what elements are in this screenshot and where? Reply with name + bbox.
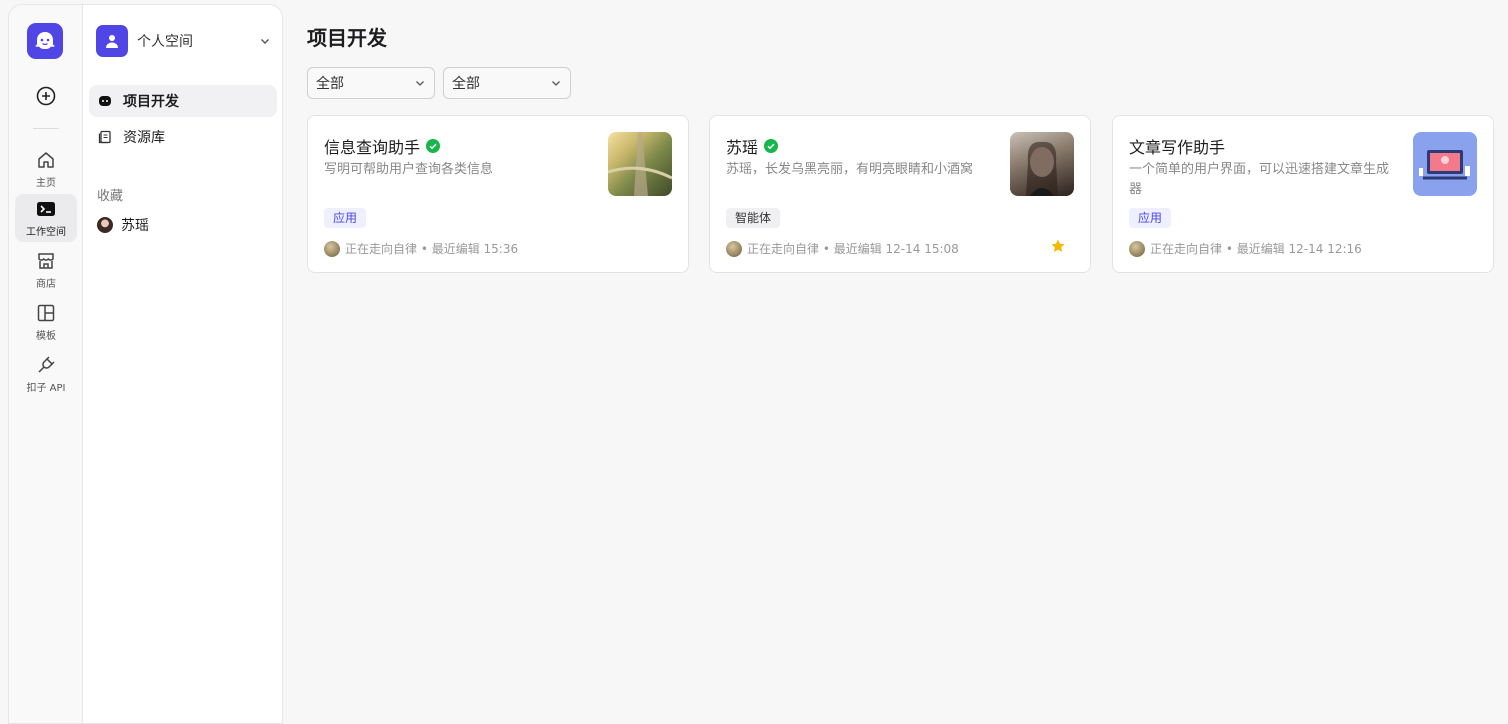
chevron-down-icon [258,34,272,48]
space-switcher[interactable]: 个人空间 [96,24,272,58]
card-title-row: 苏瑶 [726,134,779,158]
space-avatar [96,25,128,57]
nav-rail: 主页 工作空间 商店 模板 扣子 API [8,4,82,724]
rail-item-label: 商店 [36,279,56,290]
card-type-tag: 智能体 [726,208,781,228]
workspace-sidebar: 个人空间 项目开发 资源库 收藏 苏瑶 [82,4,283,724]
layout-icon [35,302,57,324]
app-logo[interactable] [27,23,63,59]
card-title: 苏瑶 [726,138,759,157]
card-thumbnail [1010,132,1074,196]
project-card[interactable]: 苏瑶 苏瑶，长发乌黑亮丽，有明亮眼睛和小酒窝 智能体 正在走向自律 • 最近编辑… [709,115,1091,273]
favorite-avatar [97,217,113,233]
rail-item-label: 扣子 API [26,383,66,394]
ghost-logo-icon [35,32,55,49]
card-meta: 正在走向自律 • 最近编辑 15:36 [324,240,518,257]
card-type-tag: 应用 [1129,208,1172,228]
rail-item-label: 模板 [36,331,56,342]
plus-circle-icon [36,86,56,106]
rail-item-store[interactable]: 商店 [15,246,77,294]
project-card[interactable]: 信息查询助手 写明可帮助用户查询各类信息 应用 正在走向自律 • 最近编辑 15… [307,115,689,273]
owner-avatar [324,240,340,257]
bot-icon [97,93,113,109]
card-meta: 正在走向自律 • 最近编辑 12-14 12:16 [1129,240,1362,257]
card-title-row: 信息查询助手 [324,134,441,158]
card-thumbnail [1413,132,1477,196]
card-meta-text: 正在走向自律 • 最近编辑 12-14 15:08 [747,242,959,256]
rail-item-api[interactable]: 扣子 API [15,350,77,398]
project-card[interactable]: 文章写作助手 一个简单的用户界面，可以迅速搭建文章生成器 应用 正在走向自律 •… [1112,115,1494,273]
card-type-tag: 应用 [324,208,367,228]
chevron-down-icon [416,81,424,86]
chevron-down-icon [552,81,560,86]
card-description: 苏瑶，长发乌黑亮丽，有明亮眼睛和小酒窝 [726,162,974,177]
space-name: 个人空间 [137,34,193,50]
rail-item-home[interactable]: 主页 [15,145,77,193]
user-icon [106,35,118,48]
card-meta-text: 正在走向自律 • 最近编辑 12-14 12:16 [1150,242,1362,256]
home-icon [35,149,57,171]
select-value: 全部 [452,76,480,92]
card-meta: 正在走向自律 • 最近编辑 12-14 15:08 [726,240,959,257]
card-description: 一个简单的用户界面，可以迅速搭建文章生成器 [1129,162,1390,197]
type-filter-select[interactable]: 全部 [307,67,435,99]
library-icon [97,129,113,145]
card-meta-text: 正在走向自律 • 最近编辑 15:36 [345,242,519,256]
card-description: 写明可帮助用户查询各类信息 [324,162,494,177]
rail-item-label: 主页 [36,178,56,189]
verified-check-icon [426,139,441,153]
verified-check-icon [764,139,779,153]
star-icon[interactable] [1050,238,1066,254]
page-title: 项目开发 [307,26,387,50]
select-value: 全部 [316,76,344,92]
sidebar-item-label: 资源库 [123,130,165,146]
card-title: 信息查询助手 [324,138,421,157]
owner-avatar [1129,240,1145,257]
favorite-label: 苏瑶 [121,218,149,234]
card-title-row: 文章写作助手 [1129,134,1225,158]
sidebar-item-label: 项目开发 [123,94,179,110]
rail-item-templates[interactable]: 模板 [15,298,77,346]
rail-item-workspace[interactable]: 工作空间 [15,194,77,242]
sidebar-item-projects[interactable]: 项目开发 [89,85,277,117]
store-icon [35,250,57,272]
plug-icon [35,354,57,376]
owner-avatar [726,240,742,257]
rail-divider [33,128,59,129]
rail-item-label: 工作空间 [26,227,66,238]
card-title: 文章写作助手 [1129,138,1226,157]
favorite-item[interactable]: 苏瑶 [89,209,277,241]
sidebar-item-library[interactable]: 资源库 [89,121,277,153]
terminal-icon [35,198,57,220]
favorites-heading: 收藏 [97,189,124,204]
card-thumbnail [608,132,672,196]
create-button[interactable] [35,85,57,107]
owner-filter-select[interactable]: 全部 [443,67,571,99]
